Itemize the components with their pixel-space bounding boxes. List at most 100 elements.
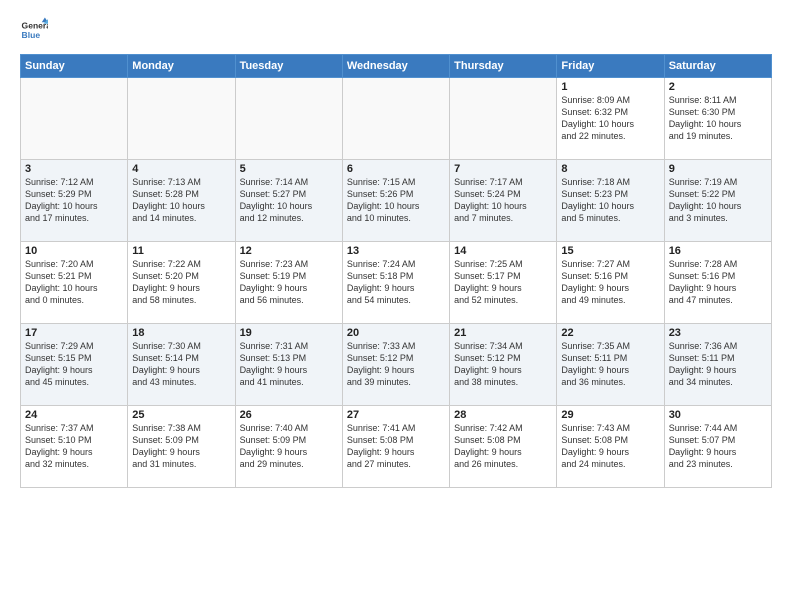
day-info: Sunrise: 7:24 AM Sunset: 5:18 PM Dayligh…	[347, 258, 445, 307]
day-number: 13	[347, 245, 445, 257]
logo-icon: General Blue	[20, 16, 48, 44]
day-info: Sunrise: 7:41 AM Sunset: 5:08 PM Dayligh…	[347, 422, 445, 471]
calendar-cell: 20Sunrise: 7:33 AM Sunset: 5:12 PM Dayli…	[342, 324, 449, 406]
calendar-cell: 30Sunrise: 7:44 AM Sunset: 5:07 PM Dayli…	[664, 406, 771, 488]
day-info: Sunrise: 7:43 AM Sunset: 5:08 PM Dayligh…	[561, 422, 659, 471]
calendar-cell: 15Sunrise: 7:27 AM Sunset: 5:16 PM Dayli…	[557, 242, 664, 324]
day-info: Sunrise: 7:12 AM Sunset: 5:29 PM Dayligh…	[25, 176, 123, 225]
weekday-header-saturday: Saturday	[664, 55, 771, 78]
day-number: 26	[240, 409, 338, 421]
day-info: Sunrise: 7:42 AM Sunset: 5:08 PM Dayligh…	[454, 422, 552, 471]
day-number: 7	[454, 163, 552, 175]
week-row-1: 1Sunrise: 8:09 AM Sunset: 6:32 PM Daylig…	[21, 78, 772, 160]
calendar-cell	[21, 78, 128, 160]
calendar-table: SundayMondayTuesdayWednesdayThursdayFrid…	[20, 54, 772, 488]
day-number: 12	[240, 245, 338, 257]
day-info: Sunrise: 7:31 AM Sunset: 5:13 PM Dayligh…	[240, 340, 338, 389]
calendar-cell: 13Sunrise: 7:24 AM Sunset: 5:18 PM Dayli…	[342, 242, 449, 324]
weekday-header-tuesday: Tuesday	[235, 55, 342, 78]
day-number: 15	[561, 245, 659, 257]
day-info: Sunrise: 8:09 AM Sunset: 6:32 PM Dayligh…	[561, 94, 659, 143]
day-info: Sunrise: 7:35 AM Sunset: 5:11 PM Dayligh…	[561, 340, 659, 389]
day-number: 25	[132, 409, 230, 421]
weekday-header-friday: Friday	[557, 55, 664, 78]
day-info: Sunrise: 7:25 AM Sunset: 5:17 PM Dayligh…	[454, 258, 552, 307]
day-info: Sunrise: 7:23 AM Sunset: 5:19 PM Dayligh…	[240, 258, 338, 307]
week-row-2: 3Sunrise: 7:12 AM Sunset: 5:29 PM Daylig…	[21, 160, 772, 242]
day-number: 29	[561, 409, 659, 421]
day-number: 11	[132, 245, 230, 257]
day-info: Sunrise: 7:36 AM Sunset: 5:11 PM Dayligh…	[669, 340, 767, 389]
calendar-cell: 3Sunrise: 7:12 AM Sunset: 5:29 PM Daylig…	[21, 160, 128, 242]
logo: General Blue	[20, 16, 48, 44]
day-info: Sunrise: 7:28 AM Sunset: 5:16 PM Dayligh…	[669, 258, 767, 307]
calendar-cell: 6Sunrise: 7:15 AM Sunset: 5:26 PM Daylig…	[342, 160, 449, 242]
calendar-cell: 17Sunrise: 7:29 AM Sunset: 5:15 PM Dayli…	[21, 324, 128, 406]
day-number: 10	[25, 245, 123, 257]
calendar-cell: 28Sunrise: 7:42 AM Sunset: 5:08 PM Dayli…	[450, 406, 557, 488]
calendar-cell: 25Sunrise: 7:38 AM Sunset: 5:09 PM Dayli…	[128, 406, 235, 488]
day-info: Sunrise: 7:40 AM Sunset: 5:09 PM Dayligh…	[240, 422, 338, 471]
day-number: 6	[347, 163, 445, 175]
day-info: Sunrise: 7:29 AM Sunset: 5:15 PM Dayligh…	[25, 340, 123, 389]
weekday-header-sunday: Sunday	[21, 55, 128, 78]
weekday-header-monday: Monday	[128, 55, 235, 78]
day-number: 2	[669, 81, 767, 93]
day-info: Sunrise: 7:27 AM Sunset: 5:16 PM Dayligh…	[561, 258, 659, 307]
day-number: 30	[669, 409, 767, 421]
calendar-cell: 10Sunrise: 7:20 AM Sunset: 5:21 PM Dayli…	[21, 242, 128, 324]
svg-text:Blue: Blue	[22, 30, 41, 40]
day-number: 3	[25, 163, 123, 175]
day-info: Sunrise: 7:22 AM Sunset: 5:20 PM Dayligh…	[132, 258, 230, 307]
day-number: 20	[347, 327, 445, 339]
calendar-cell: 12Sunrise: 7:23 AM Sunset: 5:19 PM Dayli…	[235, 242, 342, 324]
week-row-5: 24Sunrise: 7:37 AM Sunset: 5:10 PM Dayli…	[21, 406, 772, 488]
calendar-cell: 24Sunrise: 7:37 AM Sunset: 5:10 PM Dayli…	[21, 406, 128, 488]
calendar-cell: 14Sunrise: 7:25 AM Sunset: 5:17 PM Dayli…	[450, 242, 557, 324]
day-info: Sunrise: 7:18 AM Sunset: 5:23 PM Dayligh…	[561, 176, 659, 225]
day-info: Sunrise: 7:44 AM Sunset: 5:07 PM Dayligh…	[669, 422, 767, 471]
week-row-4: 17Sunrise: 7:29 AM Sunset: 5:15 PM Dayli…	[21, 324, 772, 406]
day-number: 1	[561, 81, 659, 93]
day-info: Sunrise: 7:17 AM Sunset: 5:24 PM Dayligh…	[454, 176, 552, 225]
calendar-cell: 27Sunrise: 7:41 AM Sunset: 5:08 PM Dayli…	[342, 406, 449, 488]
calendar-cell: 16Sunrise: 7:28 AM Sunset: 5:16 PM Dayli…	[664, 242, 771, 324]
day-info: Sunrise: 7:30 AM Sunset: 5:14 PM Dayligh…	[132, 340, 230, 389]
calendar-cell	[235, 78, 342, 160]
calendar-cell: 29Sunrise: 7:43 AM Sunset: 5:08 PM Dayli…	[557, 406, 664, 488]
day-number: 17	[25, 327, 123, 339]
calendar-cell	[342, 78, 449, 160]
calendar-cell: 21Sunrise: 7:34 AM Sunset: 5:12 PM Dayli…	[450, 324, 557, 406]
day-number: 19	[240, 327, 338, 339]
day-info: Sunrise: 7:38 AM Sunset: 5:09 PM Dayligh…	[132, 422, 230, 471]
calendar-cell	[128, 78, 235, 160]
calendar-cell: 1Sunrise: 8:09 AM Sunset: 6:32 PM Daylig…	[557, 78, 664, 160]
weekday-header-thursday: Thursday	[450, 55, 557, 78]
calendar-cell: 19Sunrise: 7:31 AM Sunset: 5:13 PM Dayli…	[235, 324, 342, 406]
day-info: Sunrise: 8:11 AM Sunset: 6:30 PM Dayligh…	[669, 94, 767, 143]
day-number: 21	[454, 327, 552, 339]
header-area: General Blue	[20, 16, 772, 44]
weekday-header-wednesday: Wednesday	[342, 55, 449, 78]
page: General Blue SundayMondayTuesdayWednesda…	[0, 0, 792, 498]
day-info: Sunrise: 7:13 AM Sunset: 5:28 PM Dayligh…	[132, 176, 230, 225]
calendar-cell: 18Sunrise: 7:30 AM Sunset: 5:14 PM Dayli…	[128, 324, 235, 406]
day-number: 5	[240, 163, 338, 175]
day-info: Sunrise: 7:34 AM Sunset: 5:12 PM Dayligh…	[454, 340, 552, 389]
calendar-cell: 23Sunrise: 7:36 AM Sunset: 5:11 PM Dayli…	[664, 324, 771, 406]
day-info: Sunrise: 7:15 AM Sunset: 5:26 PM Dayligh…	[347, 176, 445, 225]
calendar-cell: 11Sunrise: 7:22 AM Sunset: 5:20 PM Dayli…	[128, 242, 235, 324]
calendar-cell	[450, 78, 557, 160]
day-info: Sunrise: 7:14 AM Sunset: 5:27 PM Dayligh…	[240, 176, 338, 225]
day-info: Sunrise: 7:33 AM Sunset: 5:12 PM Dayligh…	[347, 340, 445, 389]
calendar-cell: 4Sunrise: 7:13 AM Sunset: 5:28 PM Daylig…	[128, 160, 235, 242]
day-number: 4	[132, 163, 230, 175]
day-info: Sunrise: 7:37 AM Sunset: 5:10 PM Dayligh…	[25, 422, 123, 471]
day-info: Sunrise: 7:20 AM Sunset: 5:21 PM Dayligh…	[25, 258, 123, 307]
day-number: 27	[347, 409, 445, 421]
day-number: 28	[454, 409, 552, 421]
calendar-cell: 8Sunrise: 7:18 AM Sunset: 5:23 PM Daylig…	[557, 160, 664, 242]
day-number: 14	[454, 245, 552, 257]
day-number: 24	[25, 409, 123, 421]
weekday-header-row: SundayMondayTuesdayWednesdayThursdayFrid…	[21, 55, 772, 78]
